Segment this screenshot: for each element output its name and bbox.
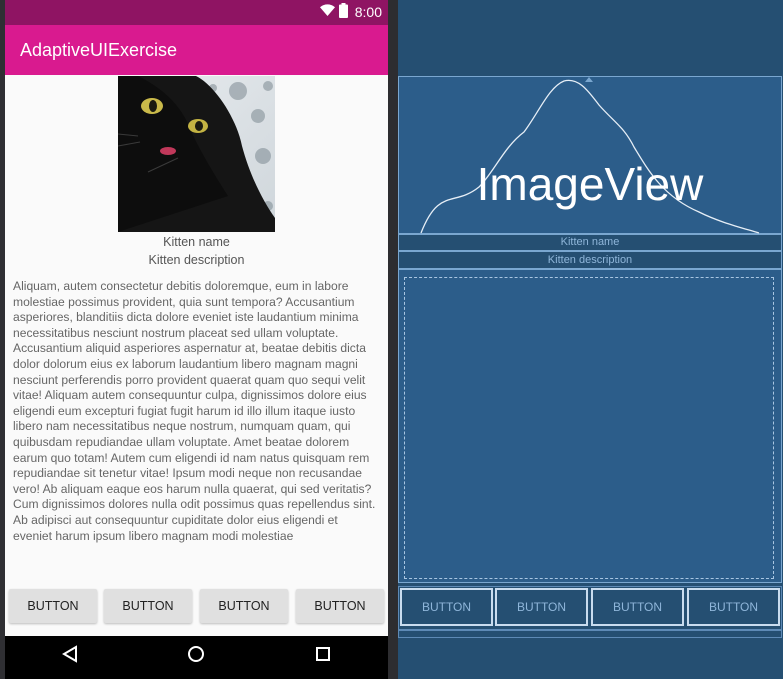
battery-icon: [338, 3, 348, 21]
design-preview: 8:00 AdaptiveUIExercise Kitten name Kitt…: [5, 0, 388, 679]
blueprint-imageview[interactable]: ImageView: [398, 76, 782, 234]
status-time: 8:00: [354, 4, 382, 20]
kitten-name: Kitten name: [163, 235, 230, 249]
blueprint-view: ImageView Kitten name Kitten description…: [398, 0, 783, 679]
app-bar: AdaptiveUIExercise: [5, 25, 388, 75]
kitten-description: Kitten description: [148, 253, 245, 267]
blueprint-kitten-name[interactable]: Kitten name: [398, 234, 782, 251]
button-2[interactable]: BUTTON: [104, 589, 192, 623]
blueprint-bottom-guide: [398, 630, 782, 638]
blueprint-scroll-content[interactable]: [404, 277, 774, 579]
kitten-photo: [118, 76, 275, 232]
button-4[interactable]: BUTTON: [296, 589, 384, 623]
recents-icon[interactable]: [314, 644, 332, 669]
back-icon[interactable]: [61, 644, 79, 669]
button-3[interactable]: BUTTON: [200, 589, 288, 623]
blueprint-imageview-label: ImageView: [476, 158, 704, 210]
wifi-icon: [319, 4, 335, 20]
button-1[interactable]: BUTTON: [9, 589, 97, 623]
blueprint-button-4[interactable]: BUTTON: [687, 588, 780, 626]
scrollable-body-text[interactable]: Aliquam, autem consectetur debitis dolor…: [13, 279, 377, 573]
button-row: BUTTON BUTTON BUTTON BUTTON: [5, 589, 388, 623]
app-title: AdaptiveUIExercise: [20, 40, 178, 60]
blueprint-button-3[interactable]: BUTTON: [591, 588, 684, 626]
blueprint-button-2[interactable]: BUTTON: [495, 588, 588, 626]
navigation-bar: [5, 636, 388, 679]
blueprint-kitten-description[interactable]: Kitten description: [398, 251, 782, 269]
home-icon[interactable]: [186, 644, 206, 669]
status-bar: 8:00: [5, 0, 388, 25]
blueprint-button-1[interactable]: BUTTON: [400, 588, 493, 626]
view-divider: [388, 0, 398, 679]
